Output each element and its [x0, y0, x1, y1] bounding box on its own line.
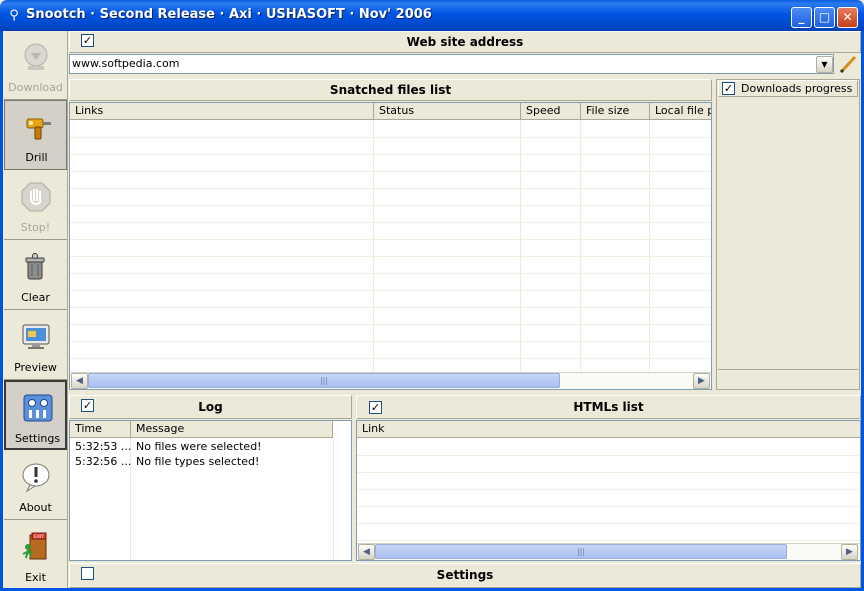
downloads-progress-divider — [718, 369, 858, 370]
grid-row-line — [70, 188, 711, 189]
column-speed[interactable]: Speed — [521, 103, 581, 120]
settings-bar-label: Settings — [436, 568, 494, 582]
grid-row-line — [70, 137, 711, 138]
address-header-label: Web site address — [406, 35, 524, 49]
download-icon — [24, 43, 48, 70]
log-header-label: Log — [198, 400, 223, 414]
minimize-button[interactable]: _ — [791, 7, 812, 28]
log-checkbox[interactable]: ✓ — [81, 399, 94, 412]
log-column-time[interactable]: Time — [70, 421, 131, 438]
info-exclamation-icon — [22, 463, 50, 493]
grid-column-line — [520, 120, 521, 372]
htmls-column-link[interactable]: Link — [357, 421, 860, 438]
grid-row-line — [70, 171, 711, 172]
close-button[interactable]: ✕ — [837, 7, 858, 28]
exit-button[interactable]: EXIT Exit — [4, 521, 67, 588]
log-row-2-time: 5:32:56 ... — [75, 455, 132, 468]
downloads-progress-panel — [716, 79, 860, 390]
snatched-files-list[interactable] — [69, 102, 712, 390]
grid-row-line — [70, 324, 711, 325]
preview-label: Preview — [14, 361, 57, 374]
exit-label: Exit — [25, 571, 46, 584]
grid-row-line — [70, 307, 711, 308]
address-header: Web site address — [69, 31, 861, 53]
grid-row-line — [70, 154, 711, 155]
log-column-message[interactable]: Message — [131, 421, 333, 438]
grid-row-line — [70, 290, 711, 291]
htmls-grid-row-line — [357, 489, 860, 490]
clear-button[interactable]: Clear — [4, 241, 67, 310]
drill-icon — [26, 118, 51, 140]
htmls-header: HTMLs list — [356, 395, 861, 419]
scroll-left-arrow[interactable]: ◀ — [71, 373, 88, 389]
column-local-file-path[interactable]: Local file pa — [650, 103, 711, 120]
htmls-grid-row-line — [357, 540, 860, 541]
monitor-icon — [22, 324, 50, 349]
log-column-divider-end — [333, 438, 334, 560]
column-status[interactable]: Status — [374, 103, 521, 120]
grid-column-line — [649, 120, 650, 372]
download-label: Download — [8, 81, 63, 94]
grid-row-line — [70, 222, 711, 223]
htmls-grid-row-line — [357, 523, 860, 524]
grid-row-line — [70, 358, 711, 359]
snatched-header: Snatched files list — [69, 79, 712, 101]
sliders-icon — [23, 394, 53, 422]
grid-row-line — [70, 239, 711, 240]
log-row-2-message: No file types selected! — [136, 455, 260, 468]
htmls-scroll-left-arrow[interactable]: ◀ — [358, 544, 375, 560]
svg-text:EXIT: EXIT — [34, 534, 44, 540]
stop-hand-icon — [21, 182, 51, 212]
downloads-progress-checkbox[interactable]: ✓ — [722, 82, 735, 95]
download-button[interactable]: Download — [4, 31, 67, 100]
htmls-grid-row-line — [357, 506, 860, 507]
downloads-progress-header: Downloads progress — [718, 80, 858, 97]
htmls-scroll-right-arrow[interactable]: ▶ — [841, 544, 858, 560]
address-dropdown-arrow[interactable]: ▼ — [816, 56, 833, 73]
exit-door-icon: EXIT — [22, 532, 47, 560]
stop-label: Stop! — [20, 221, 51, 234]
settings-bar: Settings — [69, 563, 861, 588]
scroll-right-arrow[interactable]: ▶ — [693, 373, 710, 389]
drill-label: Drill — [25, 151, 48, 164]
clear-label: Clear — [21, 291, 50, 304]
htmls-grid-row-line — [357, 455, 860, 456]
column-links[interactable]: Links — [70, 103, 374, 120]
htmls-checkbox[interactable]: ✓ — [369, 401, 382, 414]
htmls-scroll-thumb[interactable]: ||| — [375, 544, 787, 559]
grid-column-line — [580, 120, 581, 372]
log-header: Log — [69, 395, 352, 419]
pencil-icon — [839, 55, 857, 74]
settings-button[interactable]: Settings — [4, 380, 67, 450]
log-row-1-time: 5:32:53 ... — [75, 440, 132, 453]
settings-checkbox[interactable] — [81, 567, 94, 580]
window-title: Snootch · Second Release · Axi · USHASOF… — [26, 7, 432, 22]
grid-row-line — [70, 341, 711, 342]
preview-button[interactable]: Preview — [4, 311, 67, 380]
stop-button[interactable]: Stop! — [4, 171, 67, 240]
settings-label: Settings — [14, 432, 61, 445]
column-file-size[interactable]: File size — [581, 103, 650, 120]
grid-column-line — [373, 120, 374, 372]
grid-row-line — [70, 205, 711, 206]
grid-row-line — [70, 273, 711, 274]
htmls-header-label: HTMLs list — [573, 400, 644, 414]
app-icon[interactable]: ⚲ — [6, 8, 22, 24]
scroll-thumb[interactable]: ||| — [88, 373, 560, 388]
snatched-header-label: Snatched files list — [329, 83, 452, 97]
grid-row-line — [70, 256, 711, 257]
address-input[interactable]: www.softpedia.com — [72, 57, 812, 71]
log-row-1-message: No files were selected! — [136, 440, 262, 453]
maximize-button[interactable]: □ — [814, 7, 835, 28]
about-button[interactable]: About — [4, 451, 67, 520]
go-button[interactable] — [836, 54, 860, 75]
address-checkbox[interactable]: ✓ — [81, 34, 94, 47]
htmls-grid-row-line — [357, 472, 860, 473]
trash-can-icon — [25, 253, 45, 280]
drill-button[interactable]: Drill — [4, 100, 67, 170]
downloads-progress-label: Downloads progress — [741, 82, 853, 95]
about-label: About — [19, 501, 52, 514]
